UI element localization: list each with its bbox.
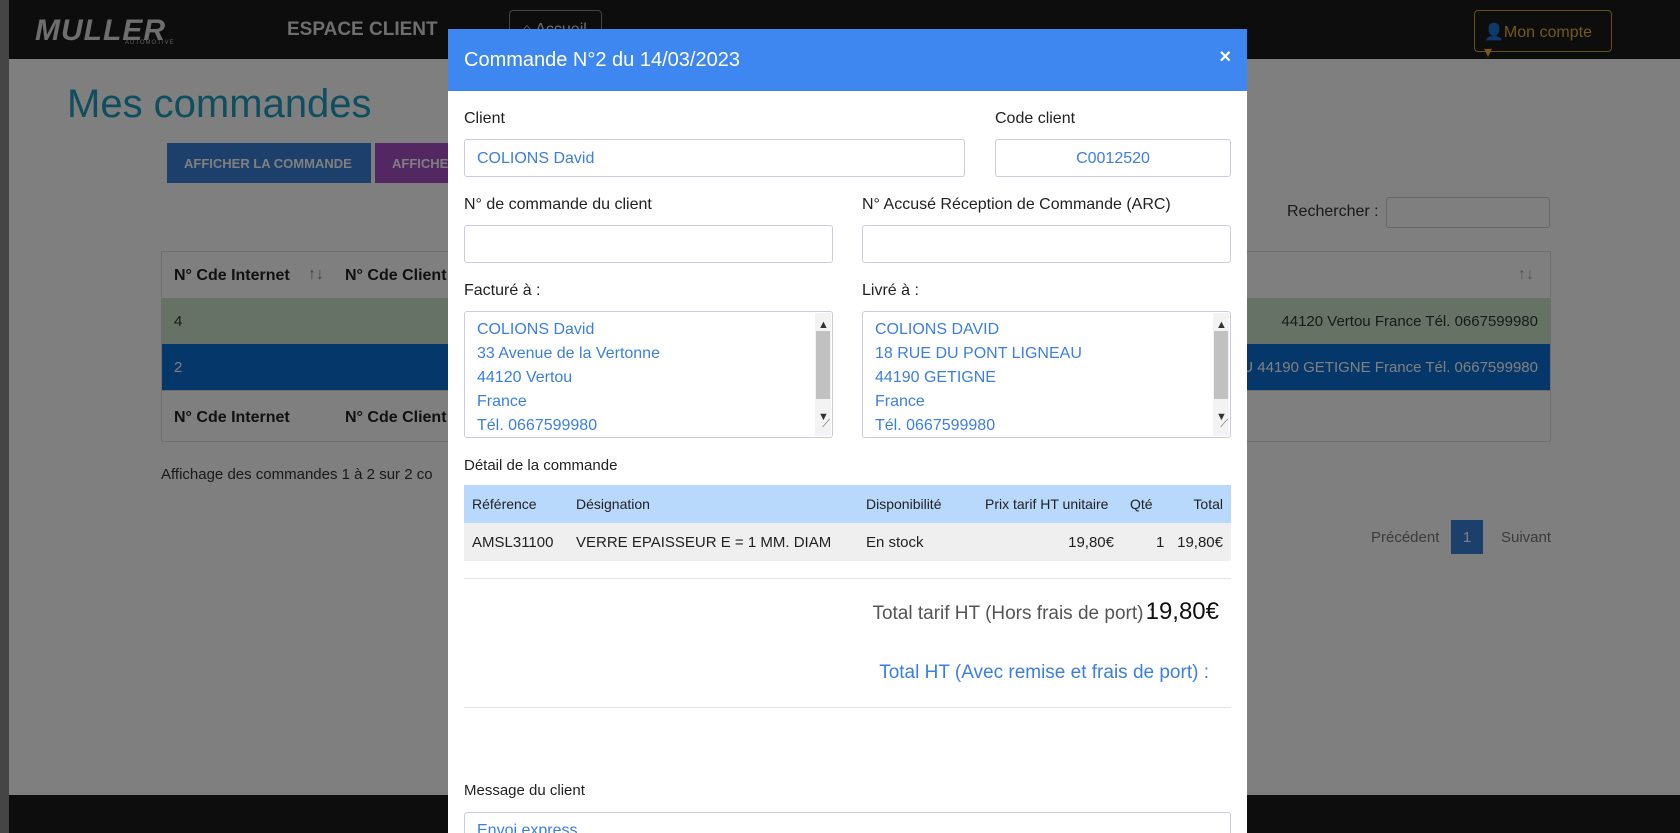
cell-designation: VERRE EPAISSEUR E = 1 MM. DIAM xyxy=(576,534,832,551)
modal-title: Commande N°2 du 14/03/2023 xyxy=(464,49,740,71)
address-line: 44190 GETIGNE xyxy=(875,369,996,386)
cell-reference: AMSL31100 xyxy=(472,534,554,551)
modal-header: Commande N°2 du 14/03/2023 × xyxy=(448,29,1247,91)
col-prix: Prix tarif HT unitaire xyxy=(985,496,1109,512)
client-label: Client xyxy=(464,110,505,127)
address-line: 33 Avenue de la Vertonne xyxy=(477,345,660,362)
total-tarif-value: 19,80€ xyxy=(1145,598,1219,625)
total-ht-label: Total HT (Avec remise et frais de port) … xyxy=(879,662,1209,683)
cell-prix: 19,80€ xyxy=(1068,534,1114,551)
commande-client-field[interactable] xyxy=(464,225,833,263)
detail-header-row: Référence Désignation Disponibilité Prix… xyxy=(464,485,1231,523)
total-tarif-label: Total tarif HT (Hors frais de port) : xyxy=(872,603,1154,624)
scrollbar-thumb[interactable] xyxy=(1214,331,1228,399)
cell-qte: 1 xyxy=(1156,534,1165,551)
address-line: Tél. 0667599980 xyxy=(875,417,996,434)
address-line: Tél. 0667599980 xyxy=(477,417,598,434)
detail-row: AMSL31100 VERRE EPAISSEUR E = 1 MM. DIAM… xyxy=(464,523,1231,561)
address-line: COLIONS David xyxy=(477,321,595,338)
close-icon[interactable]: × xyxy=(1219,46,1231,69)
address-line: France xyxy=(875,393,925,410)
livre-label: Livré à : xyxy=(862,282,919,299)
resize-grip-icon[interactable]: ⟋ xyxy=(1220,412,1228,436)
address-line: 18 RUE DU PONT LIGNEAU xyxy=(875,345,1082,362)
address-line: 44120 Vertou xyxy=(477,369,573,386)
facture-label: Facturé à : xyxy=(464,282,541,299)
col-disponibilite: Disponibilité xyxy=(866,496,942,512)
address-line: COLIONS DAVID xyxy=(875,321,1000,338)
arc-field[interactable] xyxy=(862,225,1231,263)
divider xyxy=(464,578,1231,579)
cell-disponibilite: En stock xyxy=(866,534,924,551)
divider xyxy=(464,707,1231,708)
col-reference: Référence xyxy=(472,496,537,512)
address-line: France xyxy=(477,393,527,410)
client-field[interactable]: COLIONS David xyxy=(464,139,965,177)
code-client-field[interactable]: C0012520 xyxy=(995,139,1231,177)
code-client-label: Code client xyxy=(995,110,1076,127)
cell-total: 19,80€ xyxy=(1177,534,1223,551)
commande-client-label: N° de commande du client xyxy=(464,196,652,213)
detail-label: Détail de la commande xyxy=(464,457,618,474)
arc-label: N° Accusé Réception de Commande (ARC) xyxy=(862,196,1171,213)
col-qte: Qté xyxy=(1130,496,1153,512)
col-total: Total xyxy=(1193,496,1223,512)
resize-grip-icon[interactable]: ⟋ xyxy=(822,412,830,436)
scrollbar-thumb[interactable] xyxy=(816,331,830,399)
facture-textarea[interactable]: COLIONS David 33 Avenue de la Vertonne 4… xyxy=(464,311,833,438)
message-label: Message du client xyxy=(464,782,585,799)
col-designation: Désignation xyxy=(576,496,650,512)
message-field[interactable]: Envoi express xyxy=(464,812,1231,833)
livre-textarea[interactable]: COLIONS DAVID 18 RUE DU PONT LIGNEAU 441… xyxy=(862,311,1231,438)
order-modal: Commande N°2 du 14/03/2023 × Client COLI… xyxy=(448,29,1247,833)
